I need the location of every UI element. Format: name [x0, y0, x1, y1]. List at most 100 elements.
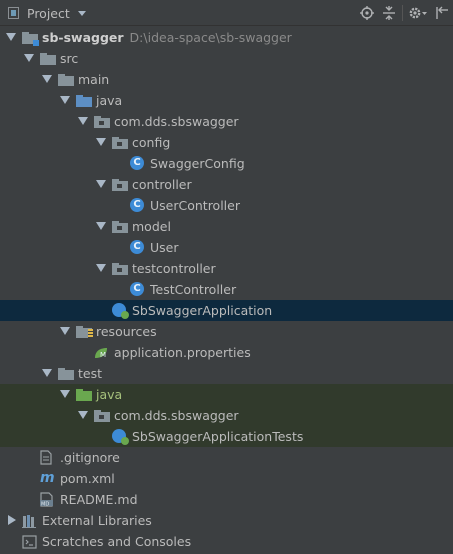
- tree-item-text: SbSwaggerApplicationTests: [132, 429, 304, 444]
- tree-item-label: SbSwaggerApplicationTests: [132, 429, 303, 444]
- module-path-hint: D:\idea-space\sb-swagger: [129, 30, 292, 45]
- tree-item-label: application.properties: [114, 345, 251, 360]
- package-icon: [112, 263, 128, 275]
- tree-item-label: test: [78, 366, 102, 381]
- tree-row[interactable]: main: [0, 69, 453, 90]
- target-icon[interactable]: [356, 0, 378, 26]
- tree-row[interactable]: java: [0, 90, 453, 111]
- scratches-icon: [22, 535, 38, 549]
- tree-item-label: README.md: [60, 492, 138, 507]
- tree-item-label: Scratches and Consoles: [42, 534, 191, 549]
- tree-item-text: java: [96, 387, 123, 402]
- tree-item-text: README.md: [60, 492, 138, 507]
- tree-item-text: External Libraries: [42, 513, 152, 528]
- tree-item-label: sb-swagger D:\idea-space\sb-swagger: [42, 30, 292, 45]
- chevron-right-icon[interactable]: [8, 515, 16, 525]
- tree-item-label: com.dds.sbswagger: [114, 408, 239, 423]
- tree-item-label: SwaggerConfig: [150, 156, 245, 171]
- chevron-down-icon[interactable]: [78, 117, 88, 125]
- chevron-down-icon[interactable]: [60, 390, 70, 398]
- tree-row[interactable]: test: [0, 363, 453, 384]
- tree-item-label: UserController: [150, 198, 240, 213]
- chevron-down-icon[interactable]: [96, 138, 106, 146]
- chevron-down-icon[interactable]: [24, 54, 34, 62]
- tree-item-text: application.properties: [114, 345, 251, 360]
- package-icon: [112, 221, 128, 233]
- chevron-down-icon[interactable]: [60, 96, 70, 104]
- toolbar: [356, 0, 453, 26]
- tree-item-label: External Libraries: [42, 513, 152, 528]
- tree-item-text: config: [132, 135, 171, 150]
- chevron-down-icon[interactable]: [77, 10, 86, 16]
- chevron-down-icon[interactable]: [60, 327, 70, 335]
- chevron-down-icon[interactable]: [96, 180, 106, 188]
- chevron-down-icon[interactable]: [42, 369, 52, 377]
- text-file-icon: [40, 450, 52, 465]
- tree-item-text: sb-swagger: [42, 30, 124, 45]
- tree-item-label: main: [78, 72, 109, 87]
- chevron-down-icon[interactable]: [96, 264, 106, 272]
- class-icon: C: [130, 156, 144, 170]
- tree-row[interactable]: java: [0, 384, 453, 405]
- tree-row[interactable]: controller: [0, 174, 453, 195]
- tree-item-label: TestController: [150, 282, 236, 297]
- tree-item-label: java: [96, 387, 122, 402]
- tree-row[interactable]: m pom.xml: [0, 468, 453, 489]
- tree-row[interactable]: src: [0, 48, 453, 69]
- tree-row[interactable]: model: [0, 216, 453, 237]
- tree-row[interactable]: C User: [0, 237, 453, 258]
- tree-item-label: config: [132, 135, 170, 150]
- tree-item-text: pom.xml: [60, 471, 115, 486]
- tree-row[interactable]: Scratches and Consoles: [0, 531, 453, 552]
- folder-icon: [58, 74, 74, 86]
- tree-item-label: com.dds.sbswagger: [114, 114, 239, 129]
- markdown-file-icon: MD: [40, 492, 53, 508]
- chevron-down-icon[interactable]: [6, 33, 16, 41]
- tree-row[interactable]: MD README.md: [0, 489, 453, 510]
- chevron-down-icon[interactable]: [78, 411, 88, 419]
- package-icon: [112, 179, 128, 191]
- hide-icon[interactable]: [431, 0, 453, 26]
- tree-row[interactable]: External Libraries: [0, 510, 453, 531]
- tree-row[interactable]: testcontroller: [0, 258, 453, 279]
- tree-row[interactable]: Mapplication.properties: [0, 342, 453, 363]
- package-icon: [94, 410, 110, 422]
- chevron-down-icon[interactable]: [96, 222, 106, 230]
- tree-item-text: TestController: [150, 282, 237, 297]
- tree-row[interactable]: SbSwaggerApplication: [0, 300, 453, 321]
- tree-item-text: resources: [96, 324, 157, 339]
- tree-row[interactable]: C UserController: [0, 195, 453, 216]
- tree-row[interactable]: SbSwaggerApplicationTests: [0, 426, 453, 447]
- tree-item-text: SbSwaggerApplication: [132, 303, 273, 318]
- tree-item-text: main: [78, 72, 110, 87]
- tree-item-label: testcontroller: [132, 261, 216, 276]
- tree-row[interactable]: C SwaggerConfig: [0, 153, 453, 174]
- gear-icon[interactable]: [405, 0, 431, 26]
- project-view-selector[interactable]: Project: [8, 4, 86, 22]
- tree-item-text: testcontroller: [132, 261, 216, 276]
- tree-item-label: SbSwaggerApplication: [132, 303, 272, 318]
- tree-item-text: java: [96, 93, 123, 108]
- spring-boot-class-icon: [112, 303, 129, 319]
- maven-icon: m: [40, 470, 55, 486]
- class-icon: C: [130, 198, 144, 212]
- tree-item-text: src: [60, 51, 79, 66]
- tree-row[interactable]: com.dds.sbswagger: [0, 405, 453, 426]
- tree-item-text: com.dds.sbswagger: [114, 408, 239, 423]
- tree-item-label: model: [132, 219, 171, 234]
- chevron-down-icon[interactable]: [42, 75, 52, 83]
- tree-row[interactable]: com.dds.sbswagger: [0, 111, 453, 132]
- tree-item-label: controller: [132, 177, 192, 192]
- tree-row[interactable]: resources: [0, 321, 453, 342]
- tree-row[interactable]: .gitignore: [0, 447, 453, 468]
- folder-icon: [58, 368, 74, 380]
- tree-item-text: Scratches and Consoles: [42, 534, 192, 549]
- tree-row[interactable]: config: [0, 132, 453, 153]
- tree-item-text: User: [150, 240, 179, 255]
- tree-item-label: .gitignore: [60, 450, 120, 465]
- tree-row[interactable]: C TestController: [0, 279, 453, 300]
- collapse-all-icon[interactable]: [378, 0, 400, 26]
- tree-row[interactable]: sb-swagger D:\idea-space\sb-swagger: [0, 27, 453, 48]
- view-title: Project: [27, 5, 70, 21]
- tree-item-label: src: [60, 51, 78, 66]
